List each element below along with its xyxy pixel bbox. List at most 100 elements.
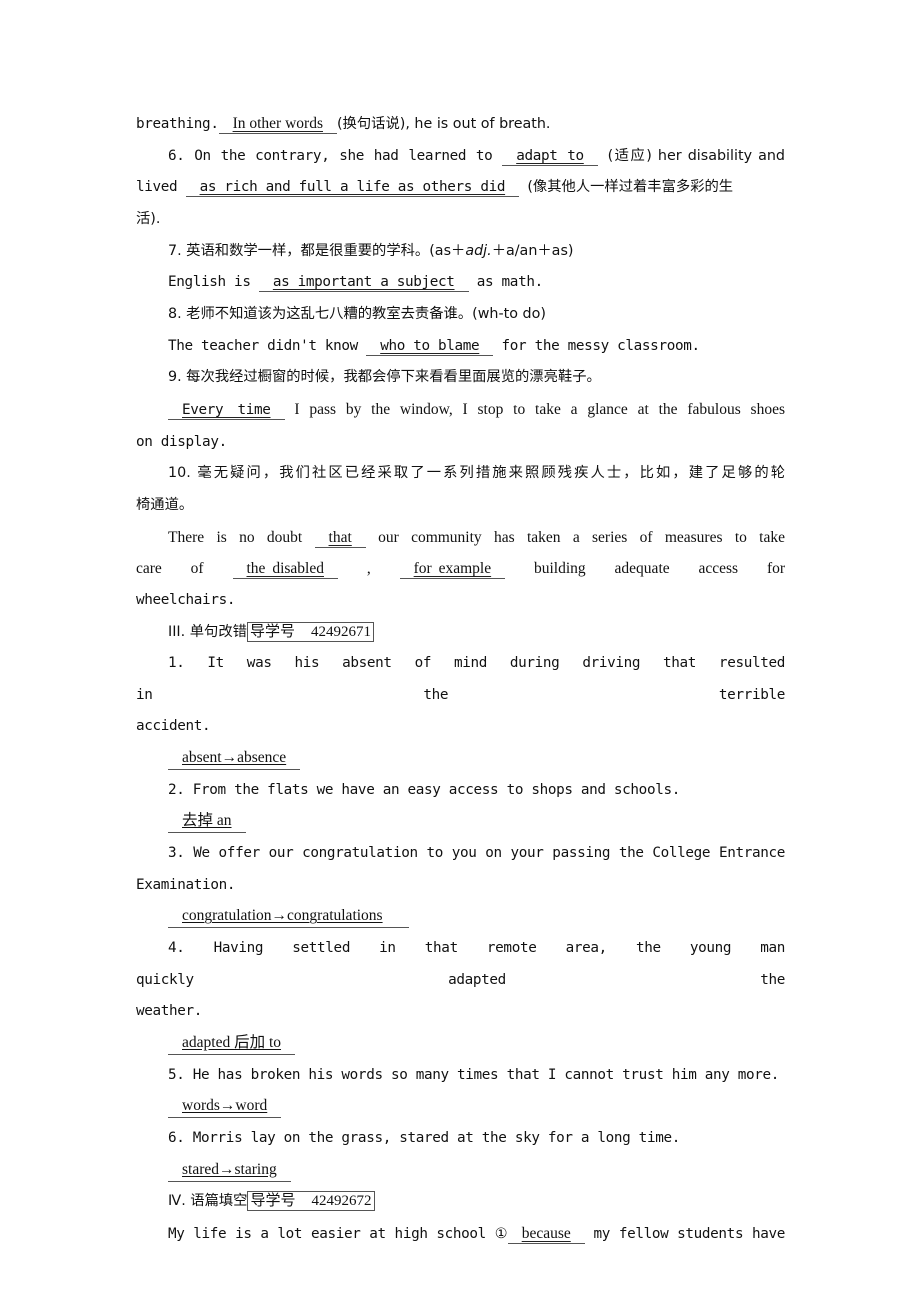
- correction-item-3: 3. We offer our congratulation to you on…: [136, 838, 785, 870]
- answer-text: congratulation→congratulations: [182, 907, 383, 925]
- sentence-text: We offer our congratulation to you on yo…: [193, 845, 786, 862]
- cloze-line-1: My life is a lot easier at high school ①…: [136, 1218, 785, 1251]
- answer-blank: that: [314, 528, 366, 548]
- sentence-text: From the flats we have an easy access to…: [192, 781, 681, 798]
- correction-item-4: 4. Having settled in that remote area, t…: [136, 933, 785, 996]
- correction-item-5: 5. He has broken his words so many times…: [136, 1060, 785, 1092]
- answer-blank: Every time: [168, 401, 285, 420]
- section-heading-part4: Ⅳ. 语篇填空 导学号 42492672: [136, 1186, 785, 1218]
- blank-marker: ①: [494, 1225, 508, 1242]
- translation-item-10-prompt-wrap: 椅通道。: [136, 490, 785, 522]
- translation-item-6: 6. On the contrary, she had learned to a…: [136, 141, 785, 173]
- sentence-text: Having settled in that remote area, the …: [136, 940, 785, 988]
- sentence-text: care of: [136, 560, 204, 578]
- section-title: Ⅳ. 语篇填空: [168, 1193, 248, 1210]
- answer-line: adapted 后加 to: [168, 1032, 296, 1056]
- answer-text: words→word: [182, 1097, 268, 1115]
- sentence-text: English is: [168, 274, 251, 291]
- reference-box: 导学号 42492671: [246, 621, 374, 642]
- correction-item-2-answer: 去掉 an: [136, 806, 785, 838]
- prompt-text: 9. 每次我经过橱窗的时候，我都会停下来看看里面展览的漂亮鞋子。: [168, 369, 601, 386]
- correction-item-1-answer: absent→absence: [136, 743, 785, 775]
- sentence-text: breathing.: [136, 116, 219, 132]
- translation-item-8-answer: The teacher didn't know who to blame for…: [136, 331, 785, 363]
- sentence-text: He has broken his words so many times th…: [192, 1066, 780, 1083]
- prompt-italic: adj.: [465, 242, 492, 259]
- sentence-text: It was his absent of mind during driving…: [136, 655, 785, 703]
- answer-blank: as important a subject: [258, 274, 469, 293]
- sentence-text: lived: [136, 179, 178, 196]
- reference-label: 导学号: [249, 623, 295, 640]
- correction-item-2: 2. From the flats we have an easy access…: [136, 775, 785, 807]
- correction-item-1: 1. It was his absent of mind during driv…: [136, 648, 785, 711]
- reference-number: 42492672: [311, 1193, 372, 1210]
- sentence-text: my fellow students have: [593, 1225, 786, 1242]
- correction-item-5-answer: words→word: [136, 1091, 785, 1123]
- sentence-text: weather.: [136, 1003, 203, 1020]
- translation-item-6-line2: lived as rich and full a life as others …: [136, 172, 785, 204]
- sentence-text: I pass by the window, I stop to take a g…: [294, 400, 786, 418]
- answer-blank: as rich and full a life as others did: [185, 179, 520, 198]
- item-number: 1.: [168, 655, 185, 672]
- sentence-text: (换句话说), he is out of breath.: [336, 116, 551, 132]
- answer-line: absent→absence: [168, 747, 301, 771]
- answer-text: 去掉 an: [182, 812, 232, 830]
- item-number: 4.: [168, 940, 185, 957]
- document-page: breathing. In other words (换句话说), he is ou…: [136, 108, 785, 1251]
- reference-box: 导学号 42492672: [247, 1191, 375, 1212]
- item-number: 6.: [168, 1130, 185, 1146]
- answer-blank: because: [507, 1224, 585, 1244]
- answer-blank: who to blame: [366, 337, 494, 356]
- translation-item-9-answer: Every time I pass by the window, I stop …: [136, 394, 785, 427]
- sentence-text: for the messy classroom.: [501, 337, 701, 354]
- item-number: 2.: [168, 781, 185, 798]
- sentence-text: our community has taken a series of meas…: [378, 528, 785, 546]
- sentence-text: There is no doubt: [168, 528, 303, 546]
- sentence-text: as math.: [476, 274, 543, 291]
- prompt-text: 8. 老师不知道该为这乱七八糟的教室去责备谁。(wh-to do): [168, 305, 546, 322]
- answer-line: congratulation→congratulations: [168, 905, 409, 929]
- sentence-text: accident.: [136, 718, 211, 735]
- answer-line: words→word: [168, 1095, 282, 1119]
- translation-item-10-answer-line3: wheelchairs.: [136, 585, 785, 617]
- answer-line: stared→staring: [168, 1159, 291, 1182]
- item-number: 5.: [168, 1066, 185, 1083]
- item-number: 3.: [168, 845, 185, 862]
- reference-number: 42492671: [310, 623, 371, 640]
- sentence-text: building adequate access for: [534, 560, 786, 578]
- answer-text: absent→absence: [182, 749, 287, 767]
- sentence-text: wheelchairs.: [136, 591, 236, 608]
- correction-item-1-wrap: accident.: [136, 711, 785, 743]
- item-number: 6.: [168, 147, 185, 164]
- translation-item-7-prompt: 7. 英语和数学一样，都是很重要的学科。(as＋adj.＋a/an＋as): [136, 236, 785, 268]
- translation-item-5-tail: breathing. In other words (换句话说), he is ou…: [136, 108, 785, 141]
- translation-item-9-line3: on display.: [136, 427, 785, 459]
- section-heading-part3: III. 单句改错 导学号 42492671: [136, 617, 785, 649]
- prompt-text: ＋a/an＋as): [491, 242, 574, 259]
- sentence-text: on display.: [136, 433, 227, 450]
- sentence-text: ,: [366, 560, 371, 578]
- prompt-text: 7. 英语和数学一样，都是很重要的学科。(as＋: [168, 242, 466, 259]
- correction-item-4-wrap: weather.: [136, 996, 785, 1028]
- sentence-text: Examination.: [136, 876, 236, 893]
- sentence-text: (像其他人一样过着丰富多彩的生: [527, 179, 734, 196]
- answer-blank: for example: [399, 560, 506, 580]
- translation-item-10-answer-line1: There is no doubt that our community has…: [136, 522, 785, 554]
- correction-item-3-wrap: Examination.: [136, 870, 785, 902]
- translation-item-9-prompt: 9. 每次我经过橱窗的时候，我都会停下来看看里面展览的漂亮鞋子。: [136, 362, 785, 394]
- sentence-text: 活).: [136, 210, 161, 227]
- answer-blank: the disabled: [232, 560, 338, 580]
- correction-item-6-answer: stared→staring: [136, 1155, 785, 1187]
- sentence-text: Morris lay on the grass, stared at the s…: [192, 1130, 681, 1146]
- sentence-text: On the contrary, she had learned to: [194, 147, 493, 164]
- answer-text: stared→staring: [182, 1160, 277, 1178]
- answer-text: adapted 后加 to: [182, 1034, 282, 1052]
- sentence-text: The teacher didn't know: [168, 337, 358, 354]
- translation-item-6-line3: 活).: [136, 204, 785, 236]
- reference-label: 导学号: [250, 1193, 296, 1210]
- answer-blank: adapt to: [502, 147, 598, 166]
- sentence-text: My life is a lot easier at high school: [168, 1225, 486, 1242]
- translation-item-8-prompt: 8. 老师不知道该为这乱七八糟的教室去责备谁。(wh-to do): [136, 299, 785, 331]
- correction-item-3-answer: congratulation→congratulations: [136, 901, 785, 933]
- correction-item-4-answer: adapted 后加 to: [136, 1028, 785, 1060]
